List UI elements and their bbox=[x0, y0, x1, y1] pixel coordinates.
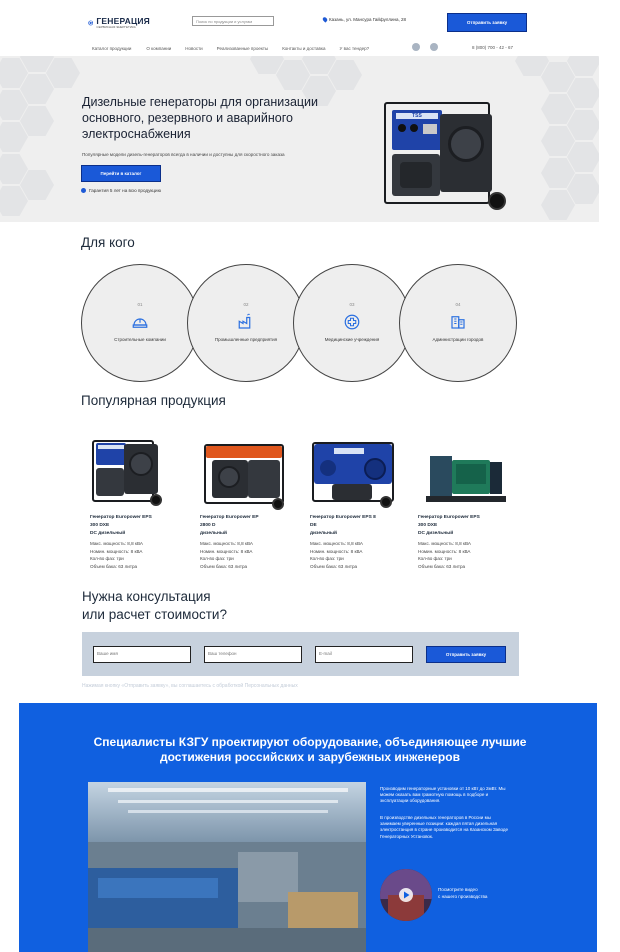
product-spec: Объем бака: 63 литра bbox=[310, 564, 358, 570]
location-pin-icon bbox=[321, 16, 329, 23]
audience-label: Администрации городов bbox=[432, 337, 484, 342]
video-thumbnail[interactable] bbox=[380, 869, 432, 921]
video-caption-line[interactable]: с нашего производства bbox=[438, 894, 487, 901]
audience-card-industrial[interactable]: 02 Промышленные предприятия bbox=[187, 264, 305, 382]
phone-number[interactable]: 8 (800) 700 - 42 - 67 bbox=[472, 45, 513, 50]
email-field[interactable]: E-mail bbox=[315, 646, 413, 663]
product-name-line[interactable]: Генератор Europower EPS 8 bbox=[310, 514, 376, 522]
logo[interactable]: ГЕНЕРАЦИЯ СЕРВИСНАЯ ЭНЕРГЕТИКА bbox=[88, 12, 150, 34]
product-card-4[interactable]: Генератор Europower EPS 300 DXE DC дизел… bbox=[418, 514, 480, 571]
product-image[interactable] bbox=[416, 430, 514, 516]
product-name-line[interactable]: DE bbox=[310, 522, 376, 530]
product-spec: Кол-во фаз: три bbox=[90, 556, 124, 562]
product-name-line[interactable]: 2800 D bbox=[200, 522, 259, 530]
video-caption[interactable]: Посмотрите видео с нашего производства bbox=[438, 887, 487, 900]
telegram-icon[interactable] bbox=[412, 43, 420, 51]
submit-request-button[interactable]: Отправить заявку bbox=[426, 646, 506, 663]
search-input[interactable]: Поиск по продукции и услугам bbox=[192, 16, 274, 26]
audience-number: 01 bbox=[137, 302, 143, 307]
about-paragraph-1: Производим генераторные установки от 10 … bbox=[380, 786, 506, 804]
catalog-button[interactable]: Перейти в каталог bbox=[81, 165, 161, 182]
address-text: Казань, ул. Мансура Гайфуллина, 28 bbox=[329, 17, 407, 22]
warranty-note: Гарантия 5 лет на всю продукцию bbox=[81, 188, 161, 193]
product-name-line[interactable]: дизельный bbox=[200, 530, 259, 538]
consent-text: Нажимая кнопку «Отправить заявку», вы со… bbox=[82, 683, 298, 689]
factory-icon bbox=[238, 313, 251, 329]
logo-title: ГЕНЕРАЦИЯ bbox=[96, 15, 150, 26]
city-building-icon bbox=[451, 316, 465, 329]
product-spec: Объем бака: 63 литра bbox=[200, 564, 248, 570]
send-request-button[interactable]: Отправить заявку bbox=[447, 13, 527, 32]
whatsapp-icon[interactable] bbox=[430, 43, 438, 51]
product-spec: Объем бака: 63 литра bbox=[90, 564, 138, 570]
product-name-line[interactable]: DC дизельный bbox=[90, 530, 152, 538]
hero-generator-image: TSS bbox=[378, 96, 518, 220]
product-card-3[interactable]: Генератор Europower EPS 8 DE дизельный М… bbox=[310, 514, 376, 571]
audience-card-administration[interactable]: 04 Администрации городов bbox=[399, 264, 517, 382]
name-field[interactable]: Ваше имя bbox=[93, 646, 191, 663]
medical-cross-icon bbox=[344, 314, 360, 330]
messenger-links bbox=[412, 43, 438, 51]
about-paragraph-2: В производстве дизельных генераторов в Р… bbox=[380, 815, 509, 839]
product-image[interactable] bbox=[86, 430, 184, 516]
consult-title-line: или расчет стоимости? bbox=[82, 607, 227, 622]
audience-label: Медицинские учреждения bbox=[324, 337, 380, 342]
video-caption-line[interactable]: Посмотрите видео bbox=[438, 887, 487, 894]
consult-title: Нужна консультация или расчет стоимости? bbox=[82, 588, 227, 624]
for-whom-title: Для кого bbox=[81, 235, 135, 250]
product-spec: Макс. мощность: 8,8 кВА bbox=[90, 541, 143, 546]
product-spec: Номин. мощность: 8 кВА bbox=[200, 548, 253, 554]
product-image[interactable] bbox=[198, 430, 296, 516]
factory-photo bbox=[88, 782, 366, 952]
product-image[interactable] bbox=[306, 430, 404, 516]
warranty-text: Гарантия 5 лет на всю продукцию bbox=[89, 188, 162, 193]
product-name-line[interactable]: Генератор Europower EPS bbox=[90, 514, 152, 522]
audience-card-construction[interactable]: 01 Строительные компании bbox=[81, 264, 199, 382]
nav-item-about[interactable]: О компании bbox=[146, 46, 171, 51]
hero-title: Дизельные генераторы для организации осн… bbox=[82, 95, 319, 141]
audience-label: Строительные компании bbox=[114, 337, 166, 342]
product-spec: Кол-во фаз: три bbox=[310, 556, 344, 562]
product-spec: Номин. мощность: 8 кВА bbox=[418, 548, 471, 554]
product-spec: Макс. мощность: 8,8 кВА bbox=[310, 541, 363, 546]
product-spec: Кол-во фаз: три bbox=[200, 556, 234, 562]
helmet-icon bbox=[132, 318, 148, 328]
product-spec: Номин. мощность: 8 кВА bbox=[310, 548, 363, 554]
audience-card-medical[interactable]: 03 Медицинские учреждения bbox=[293, 264, 411, 382]
product-name-line[interactable]: 300 DXE bbox=[418, 522, 480, 530]
audience-number: 02 bbox=[243, 302, 249, 307]
product-card-1[interactable]: Генератор Europower EPS 300 DXE DC дизел… bbox=[90, 514, 152, 571]
product-name-line[interactable]: Генератор Europower EP bbox=[200, 514, 259, 522]
product-name-line[interactable]: 300 DXE bbox=[90, 522, 152, 530]
nav-item-catalog[interactable]: Каталог продукции bbox=[92, 46, 131, 51]
logo-subtitle: СЕРВИСНАЯ ЭНЕРГЕТИКА bbox=[96, 25, 136, 30]
product-spec: Макс. мощность: 8,8 кВА bbox=[418, 541, 471, 546]
audience-number: 04 bbox=[455, 302, 461, 307]
bullet-dot-icon bbox=[81, 188, 86, 193]
logo-mark-icon bbox=[88, 20, 94, 26]
nav-item-contacts[interactable]: Контакты и доставка bbox=[282, 46, 325, 51]
nav-item-tender[interactable]: У вас тендер? bbox=[340, 46, 370, 51]
address: Казань, ул. Мансура Гайфуллина, 28 bbox=[321, 16, 407, 23]
audience-number: 03 bbox=[349, 302, 355, 307]
product-spec: Макс. мощность: 8,8 кВА bbox=[200, 541, 253, 546]
play-icon[interactable] bbox=[399, 888, 413, 902]
hero-subtitle: Популярные модели дизель-генераторов все… bbox=[82, 152, 285, 157]
nav-item-projects[interactable]: Реализованные проекты bbox=[217, 46, 269, 51]
product-card-2[interactable]: Генератор Europower EP 2800 D дизельный … bbox=[200, 514, 259, 571]
product-name-line[interactable]: дизельный bbox=[310, 530, 376, 538]
audience-label: Промышленные предприятия bbox=[214, 337, 278, 342]
product-spec: Номин. мощность: 8 кВА bbox=[90, 548, 143, 554]
consult-title-line: Нужна консультация bbox=[82, 589, 211, 604]
product-name-line[interactable]: Генератор Europower EPS bbox=[418, 514, 480, 522]
product-name-line[interactable]: DC дизельный bbox=[418, 530, 480, 538]
phone-field[interactable]: Ваш телефон bbox=[204, 646, 302, 663]
products-title: Популярная продукция bbox=[81, 393, 226, 408]
product-spec: Объем бака: 63 литра bbox=[418, 564, 466, 570]
about-title: Специалисты КЗГУ проектируют оборудовани… bbox=[93, 735, 527, 764]
main-nav: Каталог продукции О компании Новости Реа… bbox=[92, 44, 369, 52]
product-spec: Кол-во фаз: три bbox=[418, 556, 452, 562]
nav-item-news[interactable]: Новости bbox=[185, 46, 202, 51]
